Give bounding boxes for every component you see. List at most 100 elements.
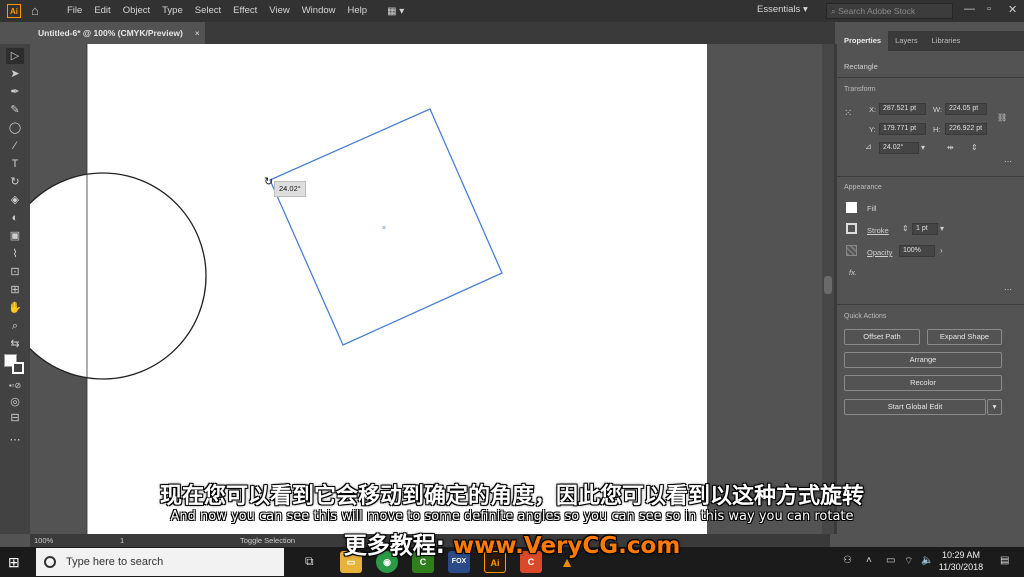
fill-color-swatch[interactable] <box>846 202 857 213</box>
watermark-url: www.VeryCG.com <box>452 533 681 559</box>
divider <box>837 176 1024 177</box>
ellipse-tool-icon[interactable]: ◯ <box>6 120 24 136</box>
angle-icon: ⊿ <box>865 142 872 151</box>
document-tab[interactable]: Untitled-6* @ 100% (CMYK/Preview) × <box>30 22 205 44</box>
eraser-tool-icon[interactable]: ◈ <box>6 192 24 208</box>
drawing-modes-icon[interactable]: ◎ <box>6 394 24 410</box>
selection-tool-icon[interactable]: ▷ <box>6 48 24 64</box>
workspace-switcher[interactable]: Essentials ▾ <box>757 4 808 15</box>
y-field[interactable]: 179.771 pt <box>879 123 926 135</box>
menu-type[interactable]: Type <box>156 0 189 22</box>
canvas[interactable]: × ↻ 24.02° <box>30 44 830 534</box>
screen-mode-icon[interactable]: ⊟ <box>6 410 24 426</box>
edit-toolbar-icon[interactable]: ⋯ <box>6 432 24 448</box>
maximize-icon[interactable]: ▫ <box>987 3 991 15</box>
flip-vertical-icon[interactable]: ⇕ <box>971 143 978 152</box>
x-label: X: <box>869 105 877 114</box>
w-field[interactable]: 224.05 pt <box>945 103 987 115</box>
flip-horizontal-icon[interactable]: ⇹ <box>947 143 954 152</box>
tools-panel: ▷ ➤ ✒ ✎ ◯ ⁄ T ↻ ◈ ◐ ▣ ⌇ ⊡ ⊞ ✋ ⌕ ⇆ ▪▫⊘ ◎ … <box>0 44 30 534</box>
close-window-icon[interactable]: ✕ <box>1008 3 1017 16</box>
scrollbar-thumb[interactable] <box>824 276 832 294</box>
artwork-layer: × ↻ <box>30 44 503 534</box>
home-icon[interactable]: ⌂ <box>31 4 45 18</box>
document-tab-bar: Untitled-6* @ 100% (CMYK/Preview) × <box>30 22 835 44</box>
divider <box>837 77 1024 78</box>
quick-actions-title: Quick Actions <box>844 313 887 320</box>
type-tool-icon[interactable]: T <box>6 156 24 172</box>
illustrator-logo-icon: Ai <box>7 4 21 18</box>
opacity-label[interactable]: Opacity <box>867 248 892 257</box>
menu-help[interactable]: Help <box>342 0 374 22</box>
rotate-tool-icon[interactable]: ↻ <box>6 174 24 190</box>
vertical-scrollbar[interactable] <box>822 44 834 534</box>
stroke-weight-field[interactable]: 1 pt <box>912 223 938 235</box>
transform-more-icon[interactable]: ⋯ <box>1004 157 1012 166</box>
arrange-button[interactable]: Arrange <box>844 352 1002 368</box>
angle-dropdown-icon[interactable]: ▾ <box>921 143 925 152</box>
opacity-field[interactable]: 100% <box>899 245 935 257</box>
arrange-documents-icon[interactable]: ▦ ▾ <box>387 6 404 17</box>
default-colors-icon[interactable]: ⇆ <box>6 336 24 352</box>
recolor-button[interactable]: Recolor <box>844 375 1002 391</box>
artboard-tool-icon[interactable]: ⊞ <box>6 282 24 298</box>
color-mode-icon[interactable]: ▪▫⊘ <box>6 378 24 394</box>
zoom-tool-icon[interactable]: ⌕ <box>6 318 24 334</box>
stock-search-placeholder: Search Adobe Stock <box>838 6 916 16</box>
pen-tool-icon[interactable]: ✒ <box>6 84 24 100</box>
angle-field[interactable]: 24.02° <box>879 142 919 154</box>
h-label: H: <box>933 125 941 134</box>
eyedropper-tool-icon[interactable]: ⌇ <box>6 246 24 262</box>
hand-tool-icon[interactable]: ✋ <box>6 300 24 316</box>
transform-title: Transform <box>844 86 876 93</box>
stroke-swatch[interactable] <box>12 362 24 374</box>
w-label: W: <box>933 105 943 114</box>
offset-path-button[interactable]: Offset Path <box>844 329 920 345</box>
menu-select[interactable]: Select <box>189 0 227 22</box>
selection-type: Rectangle <box>844 62 878 71</box>
appearance-title: Appearance <box>844 184 882 191</box>
stroke-dropdown-icon[interactable]: ▾ <box>940 224 944 233</box>
menu-object[interactable]: Object <box>117 0 156 22</box>
tab-libraries[interactable]: Libraries <box>925 31 968 51</box>
tab-layers[interactable]: Layers <box>888 31 925 51</box>
tab-properties[interactable]: Properties <box>837 31 889 51</box>
shape-builder-tool-icon[interactable]: ◐ <box>6 210 24 226</box>
direct-selection-tool-icon[interactable]: ➤ <box>6 66 24 82</box>
stroke-label[interactable]: Stroke <box>867 226 889 235</box>
paintbrush-tool-icon[interactable]: ⁄ <box>6 138 24 154</box>
close-tab-icon[interactable]: × <box>195 28 200 38</box>
appearance-more-icon[interactable]: ⋯ <box>1004 285 1012 294</box>
h-field[interactable]: 226.922 pt <box>945 123 987 135</box>
x-field[interactable]: 287.521 pt <box>879 103 926 115</box>
gradient-tool-icon[interactable]: ▣ <box>6 228 24 244</box>
stroke-stepper-icon[interactable]: ⇕ <box>902 224 909 233</box>
expand-shape-button[interactable]: Expand Shape <box>927 329 1002 345</box>
menu-file[interactable]: File <box>61 0 88 22</box>
rotate-cursor-icon: ↻ <box>264 175 273 188</box>
search-icon: ⌕ <box>831 5 839 16</box>
menu-edit[interactable]: Edit <box>88 0 116 22</box>
blend-tool-icon[interactable]: ⊡ <box>6 264 24 280</box>
circle-shape <box>30 172 207 380</box>
document-tab-title: Untitled-6* @ 100% (CMYK/Preview) <box>38 28 183 38</box>
minimize-icon[interactable]: — <box>964 3 975 15</box>
constrain-proportions-icon[interactable]: ⛓ <box>997 113 1007 122</box>
main-menu: File Edit Object Type Select Effect View… <box>61 0 373 22</box>
menu-effect[interactable]: Effect <box>227 0 263 22</box>
menu-view[interactable]: View <box>263 0 295 22</box>
fx-icon[interactable]: fx. <box>849 268 857 277</box>
stroke-color-swatch[interactable] <box>846 223 857 234</box>
global-edit-dropdown-icon[interactable]: ▾ <box>987 399 1002 415</box>
opacity-arrow-icon[interactable]: › <box>940 246 943 255</box>
curvature-tool-icon[interactable]: ✎ <box>6 102 24 118</box>
properties-panel: Properties Layers Libraries Rectangle Tr… <box>837 31 1024 546</box>
menu-window[interactable]: Window <box>296 0 342 22</box>
panel-tabs: Properties Layers Libraries <box>837 31 1024 51</box>
fill-label: Fill <box>867 204 877 213</box>
reference-point-icon[interactable]: ⁙ <box>844 108 852 119</box>
start-global-edit-button[interactable]: Start Global Edit <box>844 399 986 415</box>
watermark-text: 更多教程: www.VeryCG.com <box>0 526 1024 560</box>
adobe-stock-search[interactable]: ⌕ Search Adobe Stock <box>826 3 953 19</box>
subtitle-english: And now you can see this will move to so… <box>170 509 854 524</box>
